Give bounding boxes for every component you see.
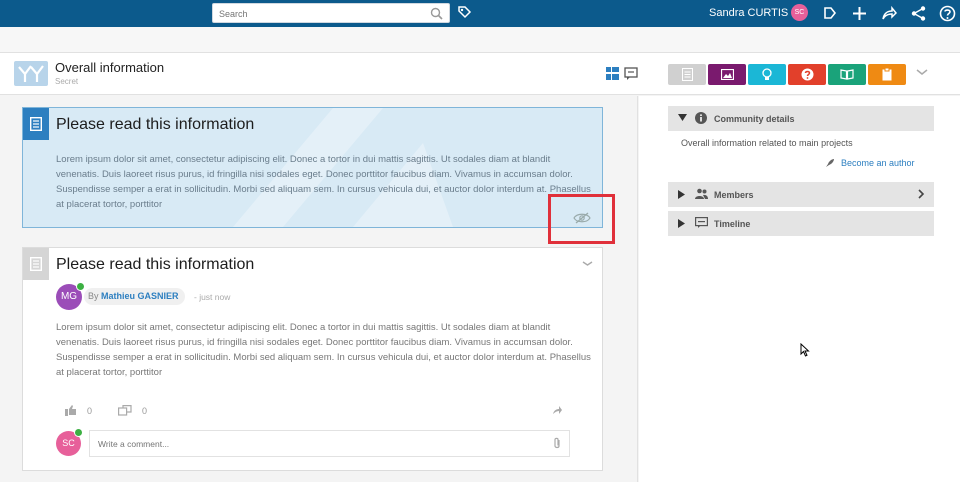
become-author-label[interactable]: Become an author (841, 158, 915, 168)
by-label: By (88, 291, 99, 301)
post-actions: 0 0 (65, 405, 147, 416)
share-arrow-icon[interactable] (552, 405, 563, 415)
eye-slash-icon[interactable] (573, 212, 591, 224)
tag-icon[interactable] (457, 5, 472, 20)
news-icon (30, 117, 42, 131)
space-logo[interactable] (14, 61, 48, 86)
online-status-badge (74, 428, 83, 437)
timeline-header[interactable]: Timeline (668, 211, 934, 236)
users-icon (695, 188, 708, 199)
space-title[interactable]: Overall information (55, 60, 164, 75)
author-name[interactable]: Mathieu GASNIER (101, 291, 179, 301)
app-gallery[interactable] (708, 64, 746, 85)
book-icon (840, 69, 854, 80)
post-time: - just now (194, 292, 231, 302)
thumbs-up-icon (65, 405, 76, 416)
community-logo-icon (18, 65, 44, 82)
help-icon[interactable] (939, 5, 956, 22)
repost-count: 0 (142, 405, 148, 416)
network-share-icon[interactable] (910, 5, 927, 22)
space-header: Overall information Secret (0, 53, 960, 95)
question-icon (801, 68, 813, 81)
chevron-down-icon[interactable] (916, 68, 928, 76)
caret-down-icon (678, 114, 687, 121)
mouse-cursor-icon (800, 343, 810, 357)
search-box[interactable] (212, 3, 450, 23)
author-pill[interactable]: By Mathieu GASNIER (84, 288, 185, 305)
caret-right-icon (678, 190, 685, 199)
sidebar: Community details Overall information re… (639, 96, 960, 482)
app-tasks[interactable] (868, 64, 906, 85)
post-type-tab (23, 248, 49, 280)
plus-icon[interactable] (851, 5, 868, 22)
comment-box[interactable] (89, 430, 570, 457)
app-ideas[interactable] (748, 64, 786, 85)
timeline-icon (695, 217, 708, 228)
community-description: Overall information related to main proj… (681, 138, 853, 148)
view-toggle-icon[interactable] (606, 67, 638, 81)
lightbulb-icon (762, 68, 772, 80)
post-title[interactable]: Please read this information (56, 256, 254, 274)
space-visibility: Secret (55, 77, 79, 86)
post-body: Lorem ipsum dolor sit amet, consectetur … (56, 322, 591, 378)
highlighted-post-card[interactable]: Please read this information Lorem ipsum… (22, 107, 603, 228)
sub-navigation-band (0, 27, 960, 53)
top-bar: Sandra CURTIS SC (0, 0, 960, 27)
app-news[interactable] (668, 64, 706, 85)
online-status-badge (76, 282, 85, 291)
apps-bar (668, 64, 906, 85)
search-input[interactable] (219, 5, 419, 23)
repost-icon (118, 405, 132, 416)
clipboard-icon (882, 68, 892, 81)
chevron-right-icon[interactable] (918, 189, 925, 199)
user-name[interactable]: Sandra CURTIS (709, 7, 788, 19)
notification-icon[interactable] (821, 5, 838, 22)
app-wiki[interactable] (828, 64, 866, 85)
quill-icon (826, 159, 834, 167)
news-icon (681, 68, 693, 81)
timeline-label: Timeline (714, 219, 751, 229)
post-card: Please read this information MG By Mathi… (22, 247, 603, 471)
like-action[interactable]: 0 (65, 405, 92, 416)
info-icon (695, 112, 707, 124)
user-avatar[interactable]: SC (791, 4, 808, 21)
stream-column: Please read this information Lorem ipsum… (0, 96, 638, 482)
news-icon (30, 257, 42, 271)
comment-input[interactable] (98, 431, 538, 456)
post-type-tab (23, 108, 49, 140)
share-arrow-icon[interactable] (880, 5, 897, 22)
caret-right-icon (678, 219, 685, 228)
paperclip-icon[interactable] (552, 437, 562, 450)
members-label: Members (714, 190, 754, 200)
like-count: 0 (87, 405, 93, 416)
repost-action[interactable]: 0 (118, 405, 147, 416)
post-body: Lorem ipsum dolor sit amet, consectetur … (56, 154, 591, 210)
image-icon (720, 69, 734, 80)
community-details-header[interactable]: Community details (668, 106, 934, 131)
app-questions[interactable] (788, 64, 826, 85)
community-details-label: Community details (714, 114, 795, 124)
become-author-link[interactable]: Become an author (825, 158, 915, 168)
chevron-down-icon[interactable] (582, 260, 593, 267)
search-icon[interactable] (430, 7, 443, 20)
members-header[interactable]: Members (668, 182, 934, 207)
post-title[interactable]: Please read this information (56, 116, 254, 134)
